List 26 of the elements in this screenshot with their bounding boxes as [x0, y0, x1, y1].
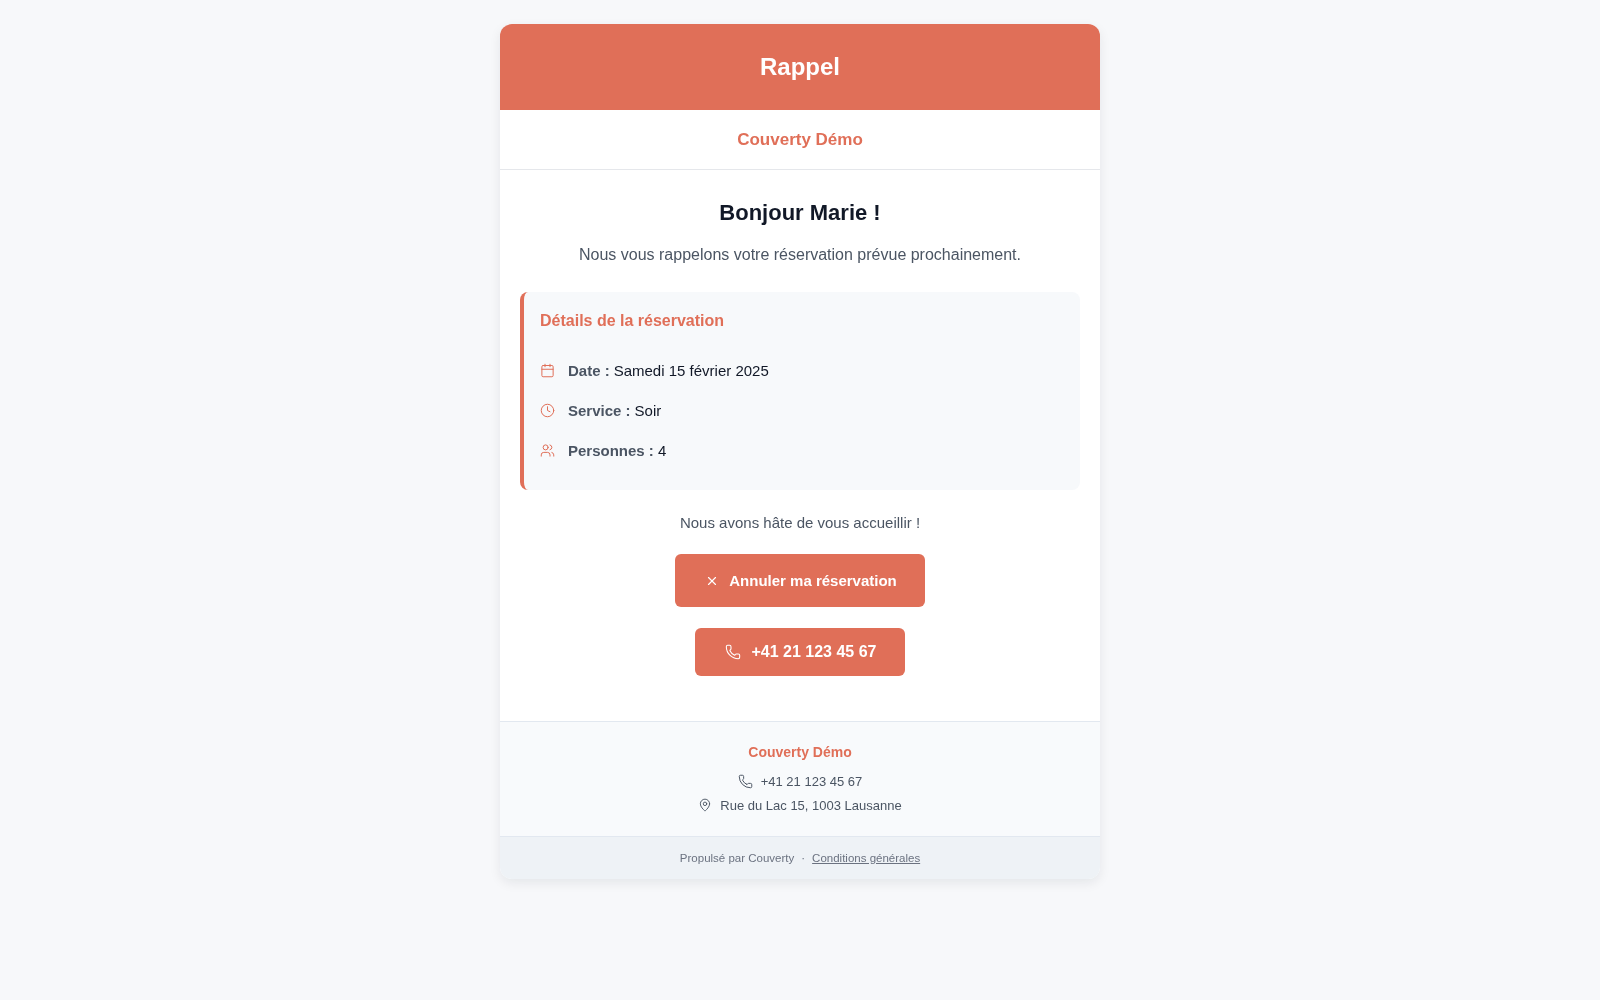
people-icon: [540, 442, 555, 458]
phone-text: +41 21 123 45 67: [760, 773, 863, 789]
phone-icon: [737, 773, 753, 789]
detail-label: Personnes :: [568, 441, 654, 459]
map-pin-icon: [698, 798, 713, 812]
footer-restaurant-name: Couverty Démo: [748, 744, 852, 760]
phone-icon: [725, 644, 742, 660]
separator-dot: ·: [801, 852, 806, 864]
calendar-icon: [540, 362, 555, 378]
detail-label: Service :: [568, 401, 631, 419]
restaurant-name: Couverty Démo: [737, 129, 863, 150]
detail-value: 4: [657, 441, 667, 459]
detail-value: Samedi 15 février 2025: [613, 361, 769, 379]
greeting: Bonjour Marie !: [719, 200, 881, 226]
terms-link[interactable]: Conditions générales: [812, 852, 921, 864]
clock-icon: [540, 402, 555, 418]
address-text: Rue du Lac 15, 1003 Lausanne: [720, 797, 902, 813]
detail-label: Date :: [568, 361, 610, 379]
powered-by-text: Propulsé par Couverty: [679, 852, 795, 864]
intro-text: Nous vous rappelons votre réservation prévue prochainement.: [579, 246, 1021, 264]
cancel-button[interactable]: Annuler ma réservation: [675, 554, 925, 607]
detail-value: Soir: [634, 401, 662, 419]
closing-text: Nous avons hâte de vous accueillir !: [679, 514, 921, 531]
call-button[interactable]: +41 21 123 45 67: [695, 628, 905, 676]
header-title: Rappel: [760, 53, 840, 81]
details-title: Détails de la réservation: [540, 312, 726, 330]
